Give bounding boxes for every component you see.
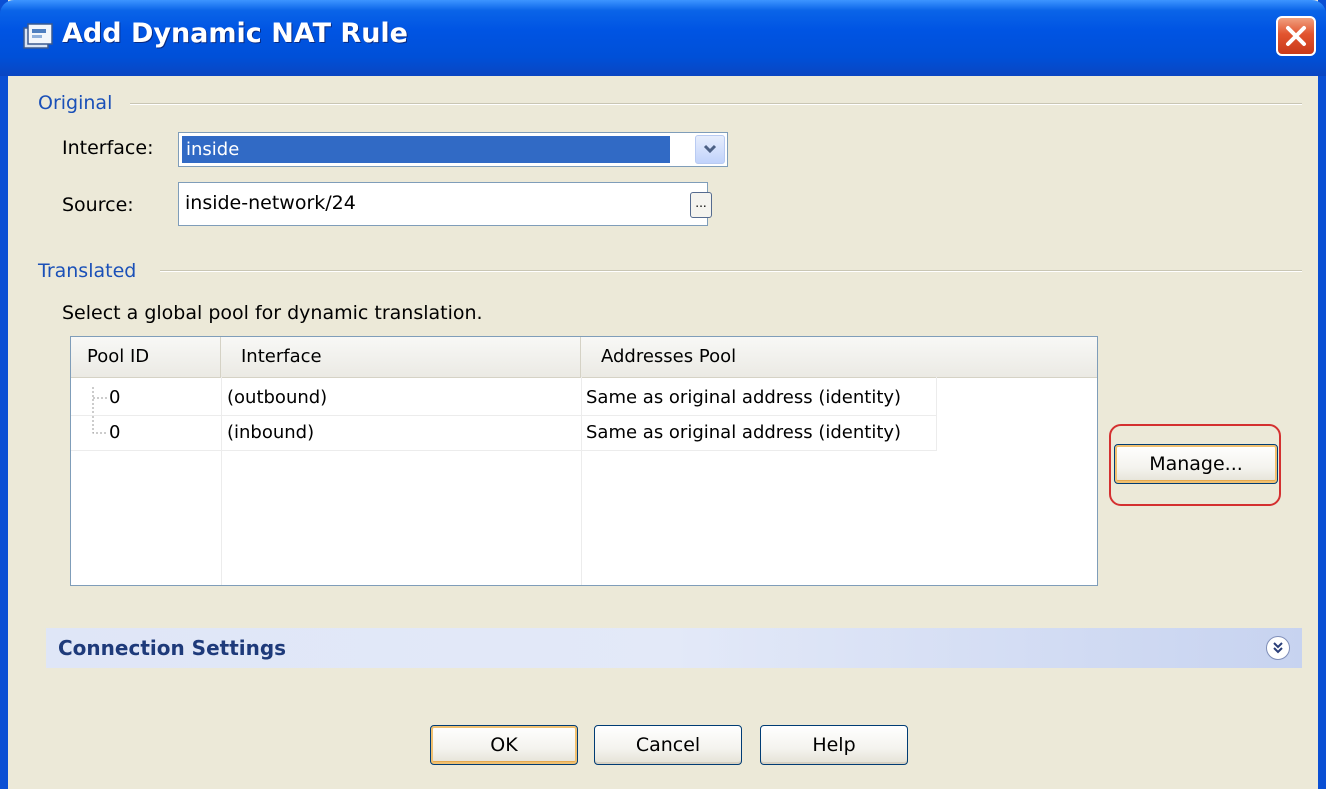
pool-id-cell: 0 xyxy=(109,387,121,408)
double-chevron-down-icon xyxy=(1273,642,1283,654)
row-divider xyxy=(71,450,936,451)
column-header-interface[interactable]: Interface xyxy=(221,337,581,377)
ok-button[interactable]: OK xyxy=(430,725,578,765)
title-bar[interactable]: Add Dynamic NAT Rule xyxy=(0,0,1326,76)
interface-dropdown[interactable]: inside xyxy=(178,132,728,167)
connection-settings-bar[interactable]: Connection Settings xyxy=(46,628,1302,668)
tree-branch-icon xyxy=(92,416,107,434)
app-icon xyxy=(22,22,54,52)
column-divider xyxy=(221,377,222,585)
pool-id-cell: 0 xyxy=(109,422,121,443)
source-field[interactable]: inside-network/24 xyxy=(178,182,708,226)
table-header: Pool ID Interface Addresses Pool xyxy=(71,337,1097,378)
addresses-pool-cell: Same as original address (identity) xyxy=(586,422,902,443)
group-divider-original xyxy=(130,103,1302,105)
dialog-window: Add Dynamic NAT Rule Original Interface:… xyxy=(0,0,1326,789)
column-divider xyxy=(581,377,582,585)
cancel-button[interactable]: Cancel xyxy=(594,725,742,765)
table-row[interactable]: 0 (outbound) Same as original address (i… xyxy=(71,381,1097,415)
expand-toggle[interactable] xyxy=(1266,636,1290,660)
interface-cell: (outbound) xyxy=(227,387,328,408)
table-row[interactable]: 0 (inbound) Same as original address (id… xyxy=(71,416,1097,450)
interface-cell: (inbound) xyxy=(227,422,315,443)
group-divider-translated xyxy=(160,270,1302,272)
browse-source-button[interactable]: ... xyxy=(690,192,712,218)
interface-label: Interface: xyxy=(62,137,154,159)
column-header-pool-id[interactable]: Pool ID xyxy=(71,337,221,377)
group-label-original: Original xyxy=(38,92,121,114)
interface-selected-value: inside xyxy=(182,136,670,163)
close-icon xyxy=(1286,26,1306,46)
addresses-pool-cell: Same as original address (identity) xyxy=(586,387,902,408)
connection-settings-title: Connection Settings xyxy=(58,636,287,660)
dropdown-arrow-button[interactable] xyxy=(695,135,725,164)
window-title: Add Dynamic NAT Rule xyxy=(62,18,408,49)
group-label-translated: Translated xyxy=(38,260,145,282)
close-button[interactable] xyxy=(1276,16,1316,56)
manage-button[interactable]: Manage... xyxy=(1114,444,1278,484)
source-label: Source: xyxy=(62,194,134,216)
help-button[interactable]: Help xyxy=(760,725,908,765)
column-header-addresses-pool[interactable]: Addresses Pool xyxy=(581,337,1097,377)
tree-branch-icon xyxy=(92,387,107,415)
column-divider xyxy=(936,377,937,451)
pool-hint-text: Select a global pool for dynamic transla… xyxy=(62,302,483,324)
chevron-down-icon xyxy=(703,144,717,154)
global-pool-table[interactable]: Pool ID Interface Addresses Pool 0 (outb… xyxy=(70,336,1098,586)
